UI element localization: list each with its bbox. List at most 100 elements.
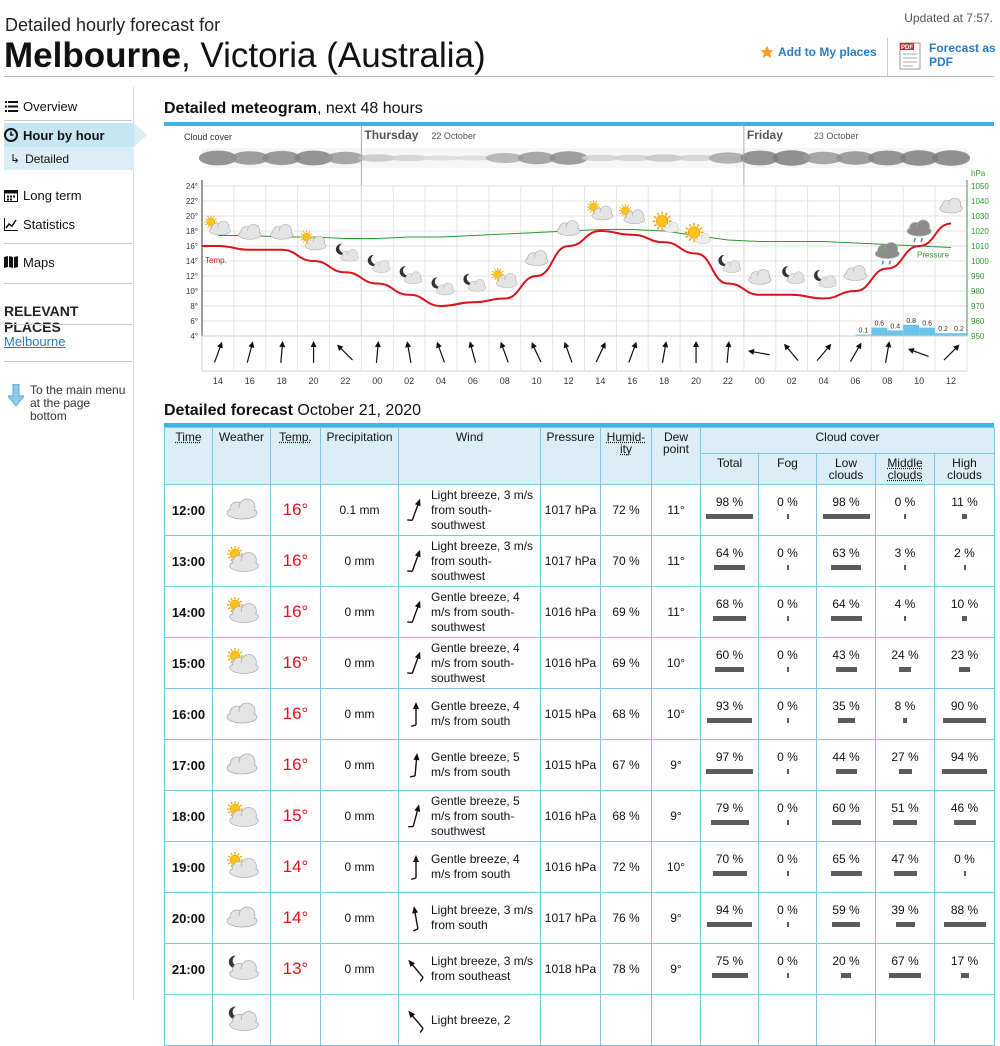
low-clouds-value: 44 % xyxy=(819,750,873,764)
sidebar-item-maps[interactable]: Maps xyxy=(4,251,55,273)
col-header-middle-clouds[interactable]: Middle clouds xyxy=(876,454,935,485)
pressure-tick-label: 1050 xyxy=(971,182,989,191)
dew-point-cell: 11° xyxy=(652,587,701,638)
fog-bar xyxy=(787,769,789,774)
sidebar-item-detailed[interactable]: ↳ Detailed xyxy=(10,148,69,170)
wind-description: Light breeze, 3 m/s from south-southwest xyxy=(431,539,540,584)
humidity-cell: 70 % xyxy=(601,536,652,587)
hour-label: 12 xyxy=(946,376,956,386)
total-cloud-value: 68 % xyxy=(703,597,756,611)
pressure-tick-label: 1020 xyxy=(971,227,989,236)
day-date: 22 October xyxy=(431,131,476,141)
sidebar-item-statistics[interactable]: Statistics xyxy=(4,213,75,235)
sidebar-divider xyxy=(4,361,132,362)
fog-value: 0 % xyxy=(761,801,814,815)
humidity-cell: 69 % xyxy=(601,587,652,638)
total-cloud-value: 79 % xyxy=(703,801,756,815)
fog-bar xyxy=(787,667,789,672)
high-clouds-value: 17 % xyxy=(937,954,992,968)
temp-tick-label: 16° xyxy=(186,242,198,251)
low-clouds-bar xyxy=(836,667,857,672)
high-clouds-cell: 88 % xyxy=(935,893,995,944)
hour-label: 02 xyxy=(787,376,797,386)
col-header-temp[interactable]: Temp. xyxy=(271,428,321,485)
time-cell: 21:00 xyxy=(165,944,213,995)
middle-clouds-value: 39 % xyxy=(878,903,932,917)
low-clouds-cell: 20 % xyxy=(817,944,876,995)
pressure-tick-label: 980 xyxy=(971,287,985,296)
hour-label: 14 xyxy=(595,376,605,386)
middle-clouds-value: 67 % xyxy=(878,954,932,968)
wind-description: Light breeze, 3 m/s from south xyxy=(431,903,540,933)
sidebar-item-maps-label: Maps xyxy=(23,255,55,270)
hour-label: 10 xyxy=(914,376,924,386)
col-header-humidity[interactable]: Humid-ity xyxy=(601,428,652,485)
high-clouds-bar xyxy=(962,616,967,621)
meteogram-chart: Cloud coverThursday22 OctoberFriday23 Oc… xyxy=(164,126,994,390)
temperature-cell: 16° xyxy=(271,689,321,740)
weather-cell xyxy=(213,587,271,638)
high-clouds-cell: 23 % xyxy=(935,638,995,689)
fog-value: 0 % xyxy=(761,852,814,866)
temperature-cell: 14° xyxy=(271,842,321,893)
calendar-icon xyxy=(4,188,18,202)
high-clouds-value: 10 % xyxy=(937,597,992,611)
precipitation-cell: 0 mm xyxy=(321,638,399,689)
high-clouds-value: 11 % xyxy=(937,495,992,509)
wind-cell: Light breeze, 3 m/s from southeast xyxy=(399,944,541,995)
middle-clouds-bar xyxy=(904,616,906,621)
sidebar-item-long-term[interactable]: Long term xyxy=(4,184,82,206)
hour-label: 18 xyxy=(277,376,287,386)
add-to-my-places-link[interactable]: Add to My places xyxy=(760,45,877,59)
high-clouds-value: 0 % xyxy=(937,852,992,866)
middle-clouds-bar xyxy=(904,514,906,519)
middle-clouds-value: 3 % xyxy=(878,546,932,560)
middle-clouds-bar xyxy=(893,820,917,825)
wind-arrow-icon xyxy=(401,597,431,627)
wind-description: Light breeze, 2 xyxy=(431,1013,510,1028)
temp-tick-label: 14° xyxy=(186,257,198,266)
middle-clouds-bar xyxy=(899,769,912,774)
middle-clouds-bar xyxy=(894,871,917,876)
sidebar-item-hour-by-hour-label: Hour by hour xyxy=(23,128,105,143)
low-clouds-cell: 44 % xyxy=(817,740,876,791)
col-header-time[interactable]: Time xyxy=(165,428,213,485)
hour-label: 06 xyxy=(468,376,478,386)
pressure-tick-label: 960 xyxy=(971,317,985,326)
to-main-menu-link[interactable]: To the main menu at the page bottom xyxy=(8,384,130,423)
sidebar-item-overview[interactable]: Overview xyxy=(4,95,77,117)
wind-description: Gentle breeze, 5 m/s from south-southwes… xyxy=(431,794,540,839)
high-clouds-value: 90 % xyxy=(937,699,992,713)
weather-cell xyxy=(213,995,271,1046)
sidebar-item-hour-by-hour[interactable]: Hour by hour xyxy=(4,124,105,146)
fog-cell: 0 % xyxy=(759,689,817,740)
time-cell: 19:00 xyxy=(165,842,213,893)
pressure-cell: 1016 hPa xyxy=(541,638,601,689)
middle-clouds-value: 51 % xyxy=(878,801,932,815)
wind-description: Light breeze, 3 m/s from southeast xyxy=(431,954,540,984)
fog-cell: 0 % xyxy=(759,944,817,995)
city-name: Melbourne xyxy=(4,36,181,75)
pressure-tick-label: 950 xyxy=(971,332,985,341)
time-cell: 17:00 xyxy=(165,740,213,791)
precipitation-cell: 0 mm xyxy=(321,944,399,995)
meteogram-weather-icon xyxy=(557,221,580,236)
middle-clouds-value: 27 % xyxy=(878,750,932,764)
total-cloud-bar xyxy=(714,565,745,570)
relevant-place-melbourne[interactable]: Melbourne xyxy=(4,334,65,349)
forecast-row: 15:00 16° 0 mm Gentle breeze, 4 m/s from… xyxy=(165,638,995,689)
low-clouds-value: 65 % xyxy=(819,852,873,866)
meteogram-weather-icon xyxy=(653,212,679,233)
weather-cell xyxy=(213,485,271,536)
to-main-menu-label: To the main menu at the page bottom xyxy=(30,384,130,423)
humidity-cell: 72 % xyxy=(601,485,652,536)
precipitation-cell: 0 mm xyxy=(321,536,399,587)
fog-bar xyxy=(787,922,789,927)
cloud-cover-mark xyxy=(932,150,970,165)
precip-bar xyxy=(903,325,919,336)
fog-bar xyxy=(787,718,789,723)
middle-clouds-cell: 8 % xyxy=(876,689,935,740)
hour-label: 20 xyxy=(691,376,701,386)
header-divider xyxy=(887,38,888,76)
night-cloud-icon xyxy=(220,953,264,983)
